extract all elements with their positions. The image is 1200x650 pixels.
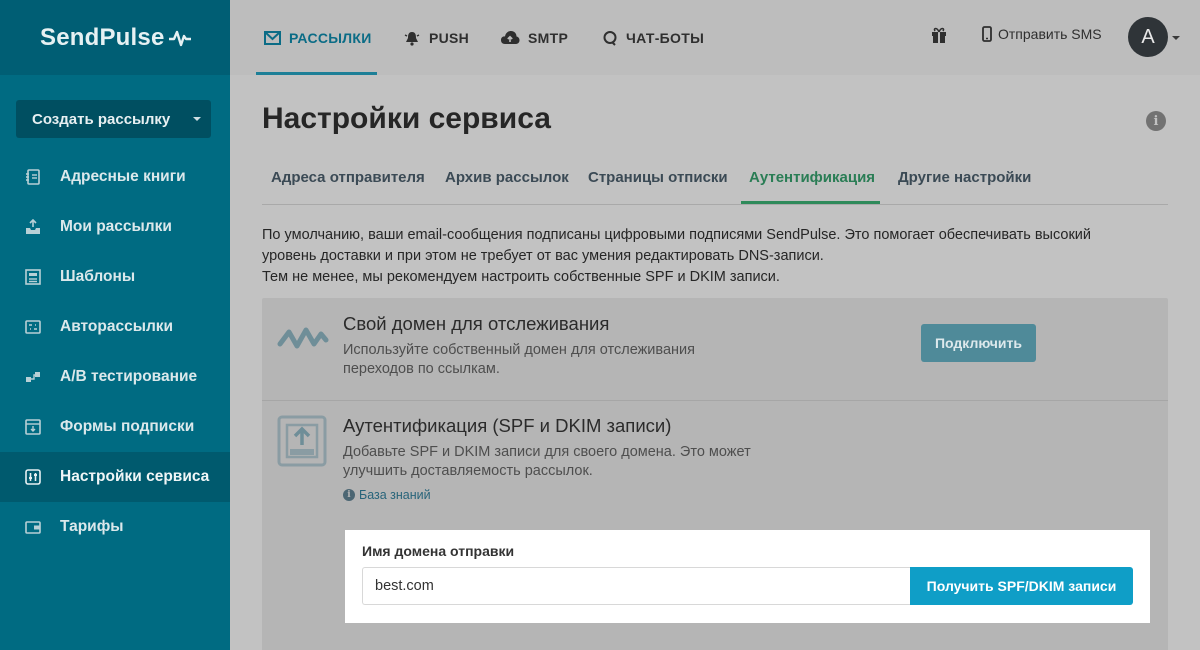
sidebar-item-label: Настройки сервиса (60, 468, 210, 485)
sidebar-item-templates[interactable]: Шаблоны (0, 252, 230, 302)
divider (262, 400, 1168, 401)
topnav-label: SMTP (528, 29, 569, 46)
subscribe-form-icon (24, 418, 42, 436)
topnav-campaigns[interactable]: РАССЫЛКИ (264, 0, 372, 75)
sidebar-item-label: Адресные книги (60, 168, 186, 185)
topnav-chatbots[interactable]: ЧАТ-БОТЫ (602, 0, 704, 75)
templates-icon (24, 268, 42, 286)
spf-dkim-form: Имя домена отправки Получить SPF/DKIM за… (345, 530, 1150, 623)
chevron-down-icon[interactable] (1172, 36, 1180, 40)
sidebar-item-address-books[interactable]: Адресные книги (0, 152, 230, 202)
sender-domain-label: Имя домена отправки (362, 543, 515, 559)
knowledge-base-link[interactable]: i База знаний (343, 488, 431, 502)
sender-domain-input[interactable] (362, 567, 910, 605)
topnav-label: ЧАТ-БОТЫ (626, 29, 705, 46)
top-bar: РАССЫЛКИ PUSH SMTP ЧАТ-БОТЫ Отправить SM… (230, 0, 1200, 75)
automation-icon (24, 318, 42, 336)
tab-authentication[interactable]: Аутентификация (749, 169, 875, 186)
sidebar: SendPulse Создать рассылку Адресные книг… (0, 0, 230, 650)
intro-text: По умолчанию, ваши email-сообщения подпи… (262, 225, 1162, 288)
bell-icon (403, 30, 421, 46)
page-title: Настройки сервиса (262, 102, 551, 135)
description-line: Используйте собственный домен для отслеж… (343, 342, 695, 358)
mobile-phone-icon (982, 26, 992, 42)
chat-icon (602, 30, 618, 46)
inbox-upload-icon (24, 218, 42, 236)
info-icon[interactable]: i (1146, 111, 1166, 131)
address-book-icon (24, 168, 42, 186)
sidebar-item-subscribe-forms[interactable]: Формы подписки (0, 402, 230, 452)
topnav-push[interactable]: PUSH (403, 0, 469, 75)
description-line: улучшить доставляемость рассылок. (343, 463, 593, 479)
description-line: переходов по ссылкам. (343, 361, 500, 377)
intro-line: По умолчанию, ваши email-сообщения подпи… (262, 227, 1091, 243)
sidebar-item-autoresponders[interactable]: Авторассылки (0, 302, 230, 352)
pulse-logo-icon (168, 30, 191, 46)
create-campaign-button[interactable]: Создать рассылку (16, 100, 211, 138)
description-line: Добавьте SPF и DKIM записи для своего до… (343, 444, 751, 460)
tab-campaign-archive[interactable]: Архив рассылок (445, 169, 569, 186)
tab-unsubscribe-pages[interactable]: Страницы отписки (588, 169, 728, 186)
sidebar-nav: Адресные книги Мои рассылки Шаблоны Авто… (0, 152, 230, 552)
sidebar-item-label: Мои рассылки (60, 218, 172, 235)
tracking-pulse-icon (277, 327, 329, 349)
knowledge-base-label: База знаний (359, 488, 431, 502)
wallet-icon (24, 518, 42, 536)
sidebar-item-label: A/B тестирование (60, 368, 198, 385)
create-campaign-label: Создать рассылку (32, 110, 171, 128)
active-nav-indicator (256, 72, 377, 75)
intro-line: уровень доставки и при этом не требует о… (262, 248, 824, 264)
upload-document-icon (277, 415, 327, 467)
tracking-domain-title: Свой домен для отслеживания (343, 313, 610, 334)
send-sms-label: Отправить SMS (998, 26, 1102, 42)
sidebar-item-pricing[interactable]: Тарифы (0, 502, 230, 552)
topnav-label: РАССЫЛКИ (289, 29, 372, 46)
connect-button[interactable]: Подключить (921, 324, 1036, 362)
active-tab-indicator (741, 201, 880, 204)
sidebar-item-service-settings[interactable]: Настройки сервиса (0, 452, 230, 502)
settings-tabs: Адреса отправителя Архив рассылок Страни… (262, 160, 1168, 205)
topnav-smtp[interactable]: SMTP (500, 0, 568, 75)
info-icon: i (343, 489, 355, 501)
gift-icon[interactable] (930, 26, 948, 49)
avatar[interactable]: A (1128, 17, 1168, 57)
topnav-label: PUSH (429, 29, 470, 46)
tab-other-settings[interactable]: Другие настройки (898, 169, 1031, 186)
tracking-domain-description: Используйте собственный домен для отслеж… (343, 341, 695, 379)
intro-line: Тем не менее, мы рекомендуем настроить с… (262, 269, 780, 285)
sidebar-item-label: Шаблоны (60, 268, 136, 285)
authentication-description: Добавьте SPF и DKIM записи для своего до… (343, 443, 751, 481)
sidebar-item-my-campaigns[interactable]: Мои рассылки (0, 202, 230, 252)
logo[interactable]: SendPulse (0, 0, 230, 75)
settings-sliders-icon (24, 468, 42, 486)
tab-sender-addresses[interactable]: Адреса отправителя (271, 169, 425, 186)
sidebar-item-label: Тарифы (60, 518, 124, 535)
sidebar-item-ab-testing[interactable]: A/B тестирование (0, 352, 230, 402)
authentication-title: Аутентификация (SPF и DKIM записи) (343, 415, 672, 436)
sidebar-item-label: Формы подписки (60, 418, 195, 435)
envelope-icon (264, 30, 281, 45)
ab-test-icon (24, 368, 42, 386)
cloud-upload-icon (500, 30, 520, 45)
send-sms-link[interactable]: Отправить SMS (982, 26, 1102, 42)
sidebar-item-label: Авторассылки (60, 318, 174, 335)
get-spf-dkim-button[interactable]: Получить SPF/DKIM записи (910, 567, 1133, 605)
brand-name: SendPulse (40, 23, 165, 51)
chevron-down-icon[interactable] (193, 117, 201, 121)
